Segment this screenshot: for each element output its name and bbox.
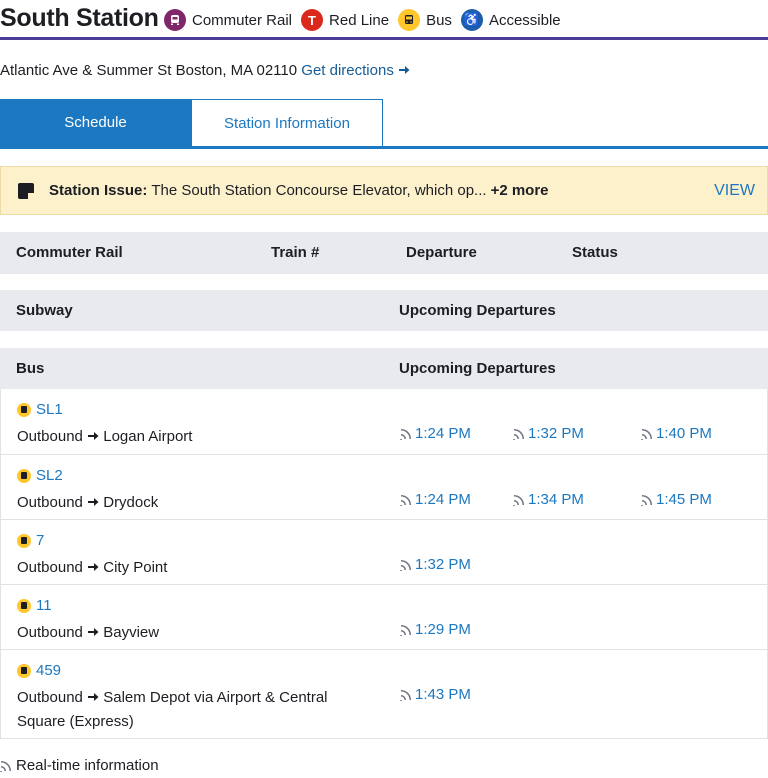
route-destination: Outbound Logan Airport — [17, 428, 193, 445]
commuter-rail-icon — [164, 9, 186, 31]
col-train-number: Train # — [271, 244, 320, 261]
mode-list: Commuter Rail T Red Line Bus ♿ Accessibl… — [164, 9, 570, 31]
col-upcoming-departures: Upcoming Departures — [399, 360, 556, 377]
bus-icon — [17, 598, 31, 613]
alert-more: +2 more — [490, 182, 549, 199]
realtime-icon — [400, 559, 411, 571]
alert-text: The South Station Concourse Elevator, wh… — [151, 182, 487, 199]
arrow-right-icon — [88, 628, 99, 636]
departure-time[interactable]: 1:24 PM — [400, 491, 471, 508]
col-departure: Departure — [406, 244, 477, 261]
route-number-link[interactable]: SL1 — [17, 401, 63, 418]
route-number-link[interactable]: 7 — [17, 532, 44, 549]
arrow-right-icon — [88, 498, 99, 506]
mode-label: Red Line — [329, 11, 390, 29]
station-header: South Station Commuter Rail T Red Line B… — [0, 0, 768, 40]
page-title: South Station — [0, 4, 159, 32]
realtime-icon — [400, 689, 411, 701]
route-destination: Outbound Bayview — [17, 624, 160, 641]
departure-time[interactable]: 1:40 PM — [641, 425, 712, 442]
route-row: 7 Outbound City Point 1:32 PM — [1, 519, 767, 584]
arrow-right-icon — [399, 66, 410, 74]
route-destination: Outbound Drydock — [17, 494, 159, 511]
departure-time[interactable]: 1:29 PM — [400, 621, 471, 638]
col-status: Status — [572, 244, 618, 261]
departure-time[interactable]: 1:32 PM — [400, 556, 471, 573]
realtime-icon — [400, 494, 411, 506]
tab-station-information[interactable]: Station Information — [191, 99, 383, 146]
col-subway: Subway — [16, 302, 73, 319]
bus-header: Bus Upcoming Departures — [0, 348, 768, 389]
route-row: 11 Outbound Bayview 1:29 PM — [1, 584, 767, 649]
realtime-icon — [641, 494, 652, 506]
route-row: 459 Outbound Salem Depot via Airport & C… — [1, 649, 767, 738]
realtime-icon — [513, 494, 524, 506]
mode-label: Accessible — [488, 11, 561, 29]
departure-time[interactable]: 1:24 PM — [400, 425, 471, 442]
route-row: SL1 Outbound Logan Airport 1:24 PM 1:32 … — [1, 389, 767, 454]
mode-label: Commuter Rail — [192, 11, 293, 29]
bus-icon — [398, 9, 421, 31]
address-text: Atlantic Ave & Summer St Boston, MA 0211… — [0, 62, 298, 79]
departure-time[interactable]: 1:32 PM — [513, 425, 584, 442]
col-commuter-rail: Commuter Rail — [16, 244, 123, 261]
arrow-right-icon — [88, 563, 99, 571]
departure-time[interactable]: 1:45 PM — [641, 491, 712, 508]
station-address: Atlantic Ave & Summer St Boston, MA 0211… — [0, 62, 410, 79]
mode-accessible: ♿ Accessible — [460, 9, 561, 31]
alert-label: Station Issue: — [49, 182, 148, 199]
realtime-legend: Real-time information — [0, 757, 159, 774]
route-number-link[interactable]: 459 — [17, 662, 61, 679]
col-upcoming-departures: Upcoming Departures — [399, 302, 556, 319]
route-destination: Outbound Salem Depot via Airport & Centr… — [17, 689, 328, 730]
commuter-rail-header: Commuter Rail Train # Departure Status — [0, 232, 768, 274]
bus-icon — [17, 663, 31, 678]
station-alert: Station Issue: The South Station Concour… — [0, 166, 768, 215]
bus-icon — [17, 402, 31, 417]
bus-route-list: SL1 Outbound Logan Airport 1:24 PM 1:32 … — [0, 389, 768, 739]
arrow-right-icon — [88, 432, 99, 440]
route-number-link[interactable]: SL2 — [17, 467, 63, 484]
mode-label: Bus — [426, 11, 452, 29]
get-directions-link[interactable]: Get directions — [301, 62, 410, 79]
realtime-legend-label: Real-time information — [16, 757, 159, 774]
red-line-icon: T — [301, 9, 324, 31]
realtime-icon — [0, 760, 11, 772]
departure-time[interactable]: 1:43 PM — [400, 686, 471, 703]
arrow-right-icon — [88, 693, 99, 701]
mode-commuter-rail: Commuter Rail — [164, 9, 292, 31]
realtime-icon — [641, 428, 652, 440]
mode-bus: Bus — [398, 9, 452, 31]
route-destination: Outbound City Point — [17, 559, 168, 576]
realtime-icon — [513, 428, 524, 440]
alert-view-button[interactable]: VIEW — [714, 182, 755, 200]
route-number-link[interactable]: 11 — [17, 597, 52, 614]
col-bus: Bus — [16, 360, 45, 377]
realtime-icon — [400, 624, 411, 636]
departure-time[interactable]: 1:34 PM — [513, 491, 584, 508]
realtime-icon — [400, 428, 411, 440]
route-row: SL2 Outbound Drydock 1:24 PM 1:34 PM 1:4… — [1, 454, 767, 519]
bus-icon — [17, 533, 31, 548]
bus-icon — [17, 468, 31, 483]
alert-icon — [18, 182, 34, 199]
subway-header: Subway Upcoming Departures — [0, 290, 768, 331]
accessible-icon: ♿ — [460, 9, 483, 31]
tab-bar: Schedule Station Information — [0, 99, 768, 149]
mode-red-line: T Red Line — [301, 9, 389, 31]
tab-schedule[interactable]: Schedule — [0, 99, 191, 146]
